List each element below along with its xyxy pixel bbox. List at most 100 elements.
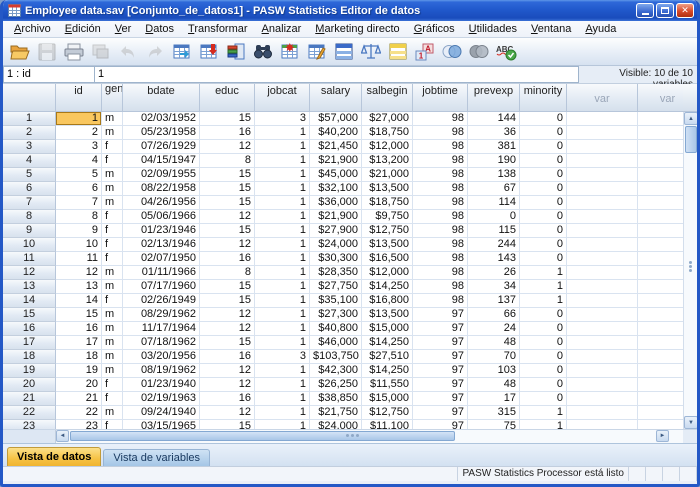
grid-cell[interactable]: 98	[413, 280, 468, 294]
grid-cell[interactable]: 0	[520, 154, 567, 168]
grid-cell[interactable]	[567, 168, 638, 182]
grid-cell[interactable]	[638, 308, 683, 322]
grid-cell[interactable]: 15	[200, 336, 255, 350]
row-header[interactable]: 8	[3, 210, 56, 224]
grid-cell[interactable]: f	[102, 238, 123, 252]
row-header[interactable]: 23	[3, 420, 56, 429]
grid-cell[interactable]	[567, 280, 638, 294]
grid-cell[interactable]	[567, 266, 638, 280]
grid-cell[interactable]: 12	[200, 378, 255, 392]
menu-analizar[interactable]: Analizar	[255, 22, 309, 36]
grid-cell[interactable]: f	[102, 140, 123, 154]
grid-cell[interactable]: $12,000	[362, 266, 413, 280]
grid-cell[interactable]: 20	[56, 378, 102, 392]
row-header[interactable]: 19	[3, 364, 56, 378]
grid-cell[interactable]: 09/24/1940	[123, 406, 200, 420]
goto-variable-icon[interactable]	[196, 40, 221, 63]
grid-cell[interactable]: $28,350	[310, 266, 362, 280]
grid-cell[interactable]: 02/13/1946	[123, 238, 200, 252]
grid-cell[interactable]	[638, 196, 683, 210]
grid-cell[interactable]: 01/23/1946	[123, 224, 200, 238]
grid-cell[interactable]: 97	[413, 406, 468, 420]
row-header[interactable]: 17	[3, 336, 56, 350]
goto-case-icon[interactable]	[169, 40, 194, 63]
grid-cell[interactable]: 6	[56, 182, 102, 196]
column-header-id[interactable]: id	[56, 84, 102, 112]
open-file-icon[interactable]	[7, 40, 32, 63]
grid-cell[interactable]	[638, 252, 683, 266]
grid-cell[interactable]: $13,200	[362, 154, 413, 168]
grid-cell[interactable]: $26,250	[310, 378, 362, 392]
grid-cell[interactable]: 04/15/1947	[123, 154, 200, 168]
grid-cell[interactable]: $16,500	[362, 252, 413, 266]
grid-cell[interactable]: $12,000	[362, 140, 413, 154]
grid-cell[interactable]	[567, 336, 638, 350]
row-header[interactable]: 3	[3, 140, 56, 154]
grid-cell[interactable]: 48	[468, 336, 520, 350]
grid-cell[interactable]: $27,900	[310, 224, 362, 238]
grid-cell[interactable]: 2	[56, 126, 102, 140]
grid-cell[interactable]: 315	[468, 406, 520, 420]
grid-cell[interactable]: 0	[520, 126, 567, 140]
grid-cell[interactable]: 98	[413, 294, 468, 308]
grid-cell[interactable]: $40,200	[310, 126, 362, 140]
grid-cell[interactable]: 19	[56, 364, 102, 378]
grid-cell[interactable]: 01/23/1940	[123, 378, 200, 392]
print-icon[interactable]	[61, 40, 86, 63]
row-header[interactable]: 2	[3, 126, 56, 140]
grid-cell[interactable]	[638, 280, 683, 294]
grid-cell[interactable]: 05/23/1958	[123, 126, 200, 140]
grid-cell[interactable]: 381	[468, 140, 520, 154]
menu-ayuda[interactable]: Ayuda	[578, 22, 623, 36]
value-labels-icon[interactable]: A1	[412, 40, 437, 63]
row-header[interactable]: 4	[3, 154, 56, 168]
grid-cell[interactable]	[567, 308, 638, 322]
grid-cell[interactable]: 23	[56, 420, 102, 429]
grid-cell[interactable]: 1	[520, 294, 567, 308]
grid-cell[interactable]: 1	[255, 392, 310, 406]
grid-cell[interactable]	[638, 322, 683, 336]
grid-cell[interactable]: m	[102, 308, 123, 322]
grid-cell[interactable]: 97	[413, 322, 468, 336]
find-icon[interactable]	[250, 40, 275, 63]
grid-cell[interactable]: 12	[200, 140, 255, 154]
grid-cell[interactable]: 0	[520, 168, 567, 182]
grid-cell[interactable]	[638, 420, 683, 429]
insert-cases-icon[interactable]	[277, 40, 302, 63]
grid-cell[interactable]: 15	[200, 112, 255, 126]
grid-cell[interactable]: 67	[468, 182, 520, 196]
grid-cell[interactable]: 1	[255, 252, 310, 266]
grid-cell[interactable]: 08/22/1958	[123, 182, 200, 196]
grid-cell[interactable]: 1	[255, 266, 310, 280]
grid-cell[interactable]: 98	[413, 238, 468, 252]
menu-datos[interactable]: Datos	[138, 22, 181, 36]
grid-cell[interactable]: 16	[200, 392, 255, 406]
pane-splitter-horizontal[interactable]	[346, 434, 361, 437]
grid-cell[interactable]: 0	[468, 210, 520, 224]
grid-cell[interactable]	[567, 420, 638, 429]
grid-cell[interactable]: $21,900	[310, 154, 362, 168]
grid-cell[interactable]: f	[102, 252, 123, 266]
grid-cell[interactable]: 98	[413, 112, 468, 126]
grid-cell[interactable]: m	[102, 182, 123, 196]
grid-cell[interactable]: 04/26/1956	[123, 196, 200, 210]
grid-cell[interactable]: 9	[56, 224, 102, 238]
row-header[interactable]: 11	[3, 252, 56, 266]
grid-cell[interactable]	[638, 210, 683, 224]
grid-cell[interactable]: $24,000	[310, 420, 362, 429]
grid-cell[interactable]: $27,750	[310, 280, 362, 294]
grid-cell[interactable]: 190	[468, 154, 520, 168]
grid-cell[interactable]	[567, 238, 638, 252]
grid-cell[interactable]: 15	[200, 196, 255, 210]
grid-cell[interactable]: 36	[468, 126, 520, 140]
grid-cell[interactable]: 16	[200, 350, 255, 364]
scroll-down-button[interactable]: ▼	[684, 416, 697, 429]
grid-cell[interactable]: m	[102, 280, 123, 294]
grid-cell[interactable]: 02/19/1963	[123, 392, 200, 406]
column-header-jobtime[interactable]: jobtime	[413, 84, 468, 112]
grid-cell[interactable]: 0	[520, 210, 567, 224]
grid-cell[interactable]: $13,500	[362, 182, 413, 196]
row-header[interactable]: 21	[3, 392, 56, 406]
pane-splitter-vertical[interactable]	[689, 260, 693, 273]
vertical-scrollbar[interactable]: ▲ ▼	[683, 84, 697, 429]
